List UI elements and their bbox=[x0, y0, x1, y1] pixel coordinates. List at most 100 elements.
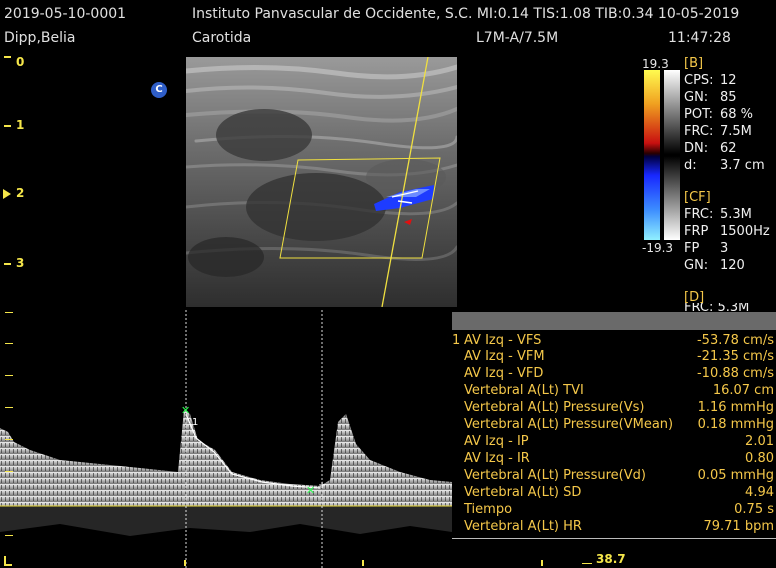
result-row: Vertebral A(Lt) HR 79.71 bpm bbox=[452, 519, 776, 535]
result-row: AV Izq - VFD -10.88 cm/s bbox=[452, 366, 776, 382]
depth-tick bbox=[4, 125, 11, 127]
result-row: Vertebral A(Lt) Pressure(VMean) 0.18 mmH… bbox=[452, 417, 776, 433]
depth-tick bbox=[4, 263, 11, 265]
param-value: 85 bbox=[720, 90, 737, 105]
param-value: 5.3M bbox=[720, 207, 752, 222]
b-mode-section-title: [B] bbox=[684, 56, 704, 71]
grayscale-bar bbox=[664, 70, 680, 154]
result-value: -53.78 cm/s bbox=[696, 333, 774, 348]
result-value: -21.35 cm/s bbox=[696, 349, 774, 364]
depth-label: 3 bbox=[16, 256, 25, 270]
result-row: Vertebral A(Lt) Pressure(Vd) 0.05 mmHg bbox=[452, 468, 776, 484]
result-value: 0.18 mmHg bbox=[697, 417, 774, 432]
focus-marker-icon bbox=[3, 189, 11, 199]
result-row: AV Izq - IR 0.80 bbox=[452, 451, 776, 467]
time-axis-tick bbox=[541, 560, 543, 566]
param-value: 1500Hz bbox=[720, 224, 770, 239]
scale-tick bbox=[5, 535, 13, 536]
scale-tick bbox=[5, 312, 13, 313]
patient-name: Dipp,Belia bbox=[4, 30, 76, 46]
param-label: DN: bbox=[684, 141, 709, 156]
scale-tick bbox=[5, 375, 13, 376]
colorbar-min: -19.3 bbox=[642, 241, 674, 255]
result-label: Vertebral A(Lt) TVI bbox=[464, 383, 584, 398]
param-value: 12 bbox=[720, 73, 737, 88]
time-axis-tick bbox=[184, 560, 186, 566]
result-value: 4.94 bbox=[745, 485, 774, 500]
marker-number-icon: 1 bbox=[192, 417, 198, 428]
result-row: Vertebral A(Lt) Pressure(Vs) 1.16 mmHg bbox=[452, 400, 776, 416]
results-divider bbox=[452, 538, 776, 539]
result-row: AV Izq - VFM -21.35 cm/s bbox=[452, 349, 776, 365]
exam-name: Carotida bbox=[192, 30, 252, 46]
velocity-colorbar bbox=[644, 70, 660, 240]
result-index: 1 bbox=[452, 333, 461, 348]
result-label: Tiempo bbox=[464, 502, 513, 517]
result-label: Vertebral A(Lt) SD bbox=[464, 485, 582, 500]
result-value: 16.07 cm bbox=[712, 383, 774, 398]
param-label: FRC: bbox=[684, 207, 714, 222]
param-value: 7.5M bbox=[720, 124, 752, 139]
result-row: Vertebral A(Lt) TVI 16.07 cm bbox=[452, 383, 776, 399]
result-label: Vertebral A(Lt) Pressure(VMean) bbox=[464, 417, 674, 432]
results-header-bar bbox=[452, 312, 776, 330]
time-axis-corner bbox=[4, 564, 12, 566]
result-value: 1.16 mmHg bbox=[697, 400, 774, 415]
scale-tick bbox=[5, 439, 13, 440]
cursor-cross-icon: + bbox=[318, 480, 326, 491]
param-value: 3 bbox=[720, 241, 729, 256]
color-flow-section-title: [CF] bbox=[684, 190, 711, 205]
result-label: AV Izq - IP bbox=[464, 434, 529, 449]
result-label: AV Izq - VFM bbox=[464, 349, 545, 364]
doppler-param-partial: FRC: 5.3M bbox=[684, 303, 750, 311]
result-row: Tiempo 0.75 s bbox=[452, 502, 776, 518]
param-value: 120 bbox=[720, 258, 745, 273]
result-label: Vertebral A(Lt) Pressure(Vd) bbox=[464, 468, 646, 483]
edv-marker-icon[interactable]: ✕ bbox=[306, 484, 315, 497]
sweep-indicator bbox=[582, 563, 592, 564]
result-label: AV Izq - VFD bbox=[464, 366, 544, 381]
param-label: GN: bbox=[684, 90, 709, 105]
psv-marker-icon[interactable]: ✕ bbox=[181, 404, 190, 417]
colorbar-max: 19.3 bbox=[642, 57, 669, 71]
result-value: 0.05 mmHg bbox=[697, 468, 774, 483]
param-label: FP bbox=[684, 241, 700, 256]
grayscale-bar bbox=[664, 156, 680, 240]
sweep-speed: 38.7 bbox=[596, 552, 626, 566]
result-label: AV Izq - VFS bbox=[464, 333, 542, 348]
result-value: 2.01 bbox=[745, 434, 774, 449]
scale-tick bbox=[5, 407, 13, 408]
param-value: 62 bbox=[720, 141, 737, 156]
color-mode-badge: C bbox=[151, 82, 167, 98]
depth-label: 1 bbox=[16, 118, 25, 132]
param-label: FRC: bbox=[684, 124, 714, 139]
param-label: POT: bbox=[684, 107, 713, 122]
institution-info: Instituto Panvascular de Occidente, S.C.… bbox=[192, 6, 740, 22]
param-label: FRP bbox=[684, 224, 709, 239]
doppler-spectrum: ✕ 1 ✕ + bbox=[0, 310, 452, 568]
param-value: 3.7 cm bbox=[720, 158, 765, 173]
result-value: 79.71 bpm bbox=[703, 519, 774, 534]
depth-tick bbox=[4, 56, 11, 58]
bmode-image bbox=[186, 57, 457, 307]
result-row: 1 AV Izq - VFS -53.78 cm/s bbox=[452, 333, 776, 349]
scale-tick bbox=[5, 343, 13, 344]
result-label: Vertebral A(Lt) HR bbox=[464, 519, 582, 534]
patient-id: 2019-05-10-0001 bbox=[4, 6, 127, 22]
result-value: 0.75 s bbox=[734, 502, 774, 517]
doppler-param-clip: FRC: 5.3M bbox=[684, 303, 774, 311]
depth-label: 0 bbox=[16, 55, 25, 69]
depth-label: 2 bbox=[16, 186, 25, 200]
time-axis-tick bbox=[362, 560, 364, 566]
param-value: 68 % bbox=[720, 107, 754, 122]
param-label: CPS: bbox=[684, 73, 714, 88]
probe-label: L7M-A/7.5M bbox=[476, 30, 559, 46]
clock-time: 11:47:28 bbox=[668, 30, 731, 46]
param-label: d: bbox=[684, 158, 697, 173]
scale-tick bbox=[5, 471, 13, 472]
result-label: Vertebral A(Lt) Pressure(Vs) bbox=[464, 400, 645, 415]
result-row: Vertebral A(Lt) SD 4.94 bbox=[452, 485, 776, 501]
result-label: AV Izq - IR bbox=[464, 451, 530, 466]
result-value: -10.88 cm/s bbox=[696, 366, 774, 381]
param-label: GN: bbox=[684, 258, 709, 273]
